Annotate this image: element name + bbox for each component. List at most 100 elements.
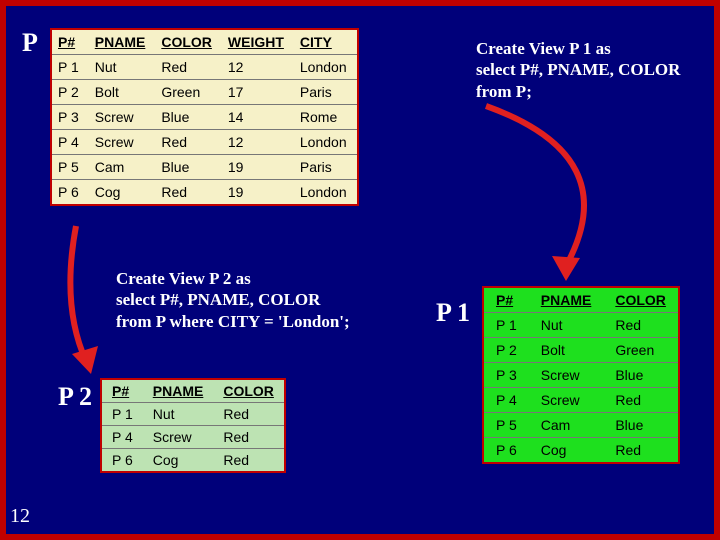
table-cell: Red [155,55,222,80]
table-cell: Red [603,438,679,464]
table-cell: Red [603,313,679,338]
slide-number: 12 [10,505,30,528]
table-label-p2: P 2 [58,382,92,412]
table-header-row: P# PNAME COLOR WEIGHT CITY [51,29,358,55]
table-header-row: P# PNAME COLOR [101,379,285,403]
table-cell: Screw [529,363,604,388]
col-header: CITY [294,29,358,55]
table-cell: 17 [222,80,294,105]
table-cell: 19 [222,180,294,206]
table-cell: Green [603,338,679,363]
table-cell: Blue [155,105,222,130]
table-cell: P 6 [101,449,143,473]
table-cell: Paris [294,80,358,105]
col-header: P# [51,29,89,55]
table-cell: P 3 [51,105,89,130]
col-header: PNAME [529,287,604,313]
table-cell: Bolt [529,338,604,363]
table-cell: Red [213,449,285,473]
table-cell: Cam [529,413,604,438]
sql-line: from P; [476,81,706,102]
table-row: P 4ScrewRed [101,426,285,449]
table-cell: Red [213,426,285,449]
slide: P P# PNAME COLOR WEIGHT CITY P 1NutRed12… [0,0,720,540]
table-cell: Red [603,388,679,413]
table-body: P 1NutRedP 4ScrewRedP 6CogRed [101,403,285,473]
sql-view-p2: Create View P 2 as select P#, PNAME, COL… [116,268,426,332]
sql-line: from P where CITY = 'London'; [116,311,426,332]
col-header: P# [483,287,529,313]
table-cell: P 2 [483,338,529,363]
table-cell: Red [155,180,222,206]
table-cell: Screw [89,105,156,130]
table-label-p: P [22,28,38,58]
table-cell: P 5 [51,155,89,180]
table-row: P 6CogRed [483,438,679,464]
col-header: COLOR [213,379,285,403]
sql-line: Create View P 1 as [476,38,706,59]
table-cell: Screw [143,426,214,449]
table-row: P 5CamBlue19Paris [51,155,358,180]
table-p1: P# PNAME COLOR P 1NutRedP 2BoltGreenP 3S… [482,286,680,464]
table-cell: Cog [89,180,156,206]
sql-view-p1: Create View P 1 as select P#, PNAME, COL… [476,38,706,102]
table-body: P 1NutRedP 2BoltGreenP 3ScrewBlueP 4Scre… [483,313,679,464]
table-p2: P# PNAME COLOR P 1NutRedP 4ScrewRedP 6Co… [100,378,286,473]
table-row: P 6CogRed19London [51,180,358,206]
table-cell: P 4 [51,130,89,155]
table-cell: P 4 [483,388,529,413]
table-cell: Cog [529,438,604,464]
table-cell: P 2 [51,80,89,105]
table-cell: P 1 [51,55,89,80]
table-cell: Screw [89,130,156,155]
table-row: P 1NutRed [101,403,285,426]
table-cell: P 5 [483,413,529,438]
table-cell: 12 [222,130,294,155]
table-cell: Nut [143,403,214,426]
table-cell: Bolt [89,80,156,105]
table-cell: London [294,180,358,206]
table-row: P 6CogRed [101,449,285,473]
sql-line: select P#, PNAME, COLOR [116,289,426,310]
table-cell: Blue [155,155,222,180]
table-row: P 2BoltGreen17Paris [51,80,358,105]
table-cell: P 1 [483,313,529,338]
table-cell: Green [155,80,222,105]
table-label-p1: P 1 [436,298,470,328]
table-row: P 3ScrewBlue14Rome [51,105,358,130]
sql-line: select P#, PNAME, COLOR [476,59,706,80]
table-cell: London [294,130,358,155]
table-row: P 4ScrewRed [483,388,679,413]
table-cell: Screw [529,388,604,413]
table-header-row: P# PNAME COLOR [483,287,679,313]
table-cell: Cam [89,155,156,180]
table-row: P 5CamBlue [483,413,679,438]
table-cell: 12 [222,55,294,80]
table-cell: Red [155,130,222,155]
table-cell: Nut [89,55,156,80]
table-row: P 1NutRed12London [51,55,358,80]
col-header: PNAME [89,29,156,55]
table-cell: 19 [222,155,294,180]
col-header: COLOR [603,287,679,313]
table-cell: London [294,55,358,80]
arrow-p-to-p2 [56,226,156,376]
table-cell: P 6 [51,180,89,206]
table-row: P 2BoltGreen [483,338,679,363]
table-body: P 1NutRed12LondonP 2BoltGreen17ParisP 3S… [51,55,358,206]
col-header: COLOR [155,29,222,55]
table-cell: 14 [222,105,294,130]
table-row: P 1NutRed [483,313,679,338]
sql-line: Create View P 2 as [116,268,426,289]
table-cell: Red [213,403,285,426]
table-row: P 3ScrewBlue [483,363,679,388]
col-header: P# [101,379,143,403]
table-cell: Blue [603,413,679,438]
table-cell: Paris [294,155,358,180]
col-header: PNAME [143,379,214,403]
table-cell: Blue [603,363,679,388]
arrow-p-to-p1 [456,106,656,286]
table-cell: P 6 [483,438,529,464]
table-cell: P 4 [101,426,143,449]
table-cell: P 1 [101,403,143,426]
